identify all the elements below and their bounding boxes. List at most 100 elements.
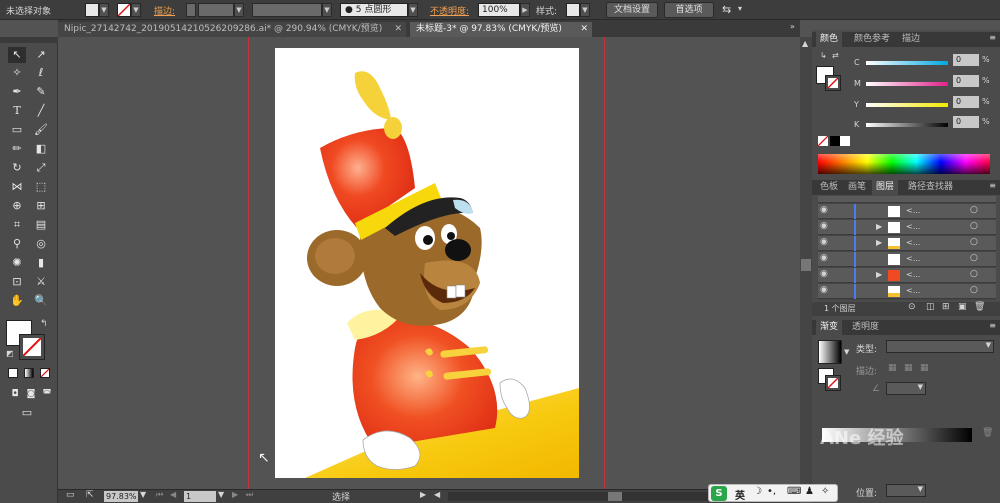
layer-row[interactable]: ◉ ▶ <... ○ xyxy=(818,268,996,283)
new-sublayer-icon[interactable]: ⊞ xyxy=(942,302,950,312)
tabs-overflow-icon[interactable]: » xyxy=(790,22,795,31)
document-setup-button[interactable]: 文档设置 xyxy=(606,2,658,18)
tab-color[interactable]: 颜色 xyxy=(816,32,843,47)
target-icon[interactable]: ○ xyxy=(970,221,978,231)
vertical-scrollbar[interactable]: ▲ xyxy=(800,37,812,489)
stroke-label[interactable]: 描边: xyxy=(154,4,175,17)
brush-definition[interactable]: ● 5 点圆形 xyxy=(340,3,408,17)
none-swatch[interactable] xyxy=(817,135,829,147)
fill-swatch[interactable] xyxy=(85,3,99,17)
none-mode-icon[interactable] xyxy=(40,368,50,378)
layer-name[interactable]: <... xyxy=(906,238,920,247)
preferences-button[interactable]: 首选项 xyxy=(664,2,714,18)
gradient-preview-dropdown-icon[interactable]: ▼ xyxy=(844,348,849,356)
eye-icon[interactable]: ◉ xyxy=(820,205,828,215)
layer-row[interactable]: ◉ <... ○ xyxy=(818,204,996,219)
stroke-weight-arrow[interactable]: ▼ xyxy=(234,3,244,17)
tab-stroke[interactable]: 描边 xyxy=(898,32,924,47)
tab-color-guide[interactable]: 颜色参考 xyxy=(850,32,894,47)
default-colors-icon[interactable]: ◩ xyxy=(6,349,14,358)
page-input[interactable]: 1 xyxy=(184,491,216,502)
perspective-grid-tool-icon[interactable]: ⊞ xyxy=(32,198,50,214)
direct-selection-tool-icon[interactable]: ↗ xyxy=(32,47,50,63)
style-swatch[interactable] xyxy=(566,3,580,17)
target-icon[interactable]: ○ xyxy=(970,285,978,295)
channel-k-slider[interactable] xyxy=(866,123,948,127)
target-icon[interactable]: ○ xyxy=(970,253,978,263)
make-clipping-mask-icon[interactable]: ◫ xyxy=(926,302,935,312)
stroke-color-box[interactable] xyxy=(19,334,45,360)
layer-name[interactable]: <... xyxy=(906,222,920,231)
channel-k-input[interactable]: 0 xyxy=(953,116,979,128)
channel-y-input[interactable]: 0 xyxy=(953,96,979,108)
layer-row[interactable]: ◉ ▶ <... ○ xyxy=(818,220,996,235)
brush-dropdown-arrow[interactable]: ▼ xyxy=(408,3,418,17)
layer-name[interactable]: <... xyxy=(906,254,920,263)
color-panel-stroke[interactable] xyxy=(825,75,841,91)
channel-c-slider[interactable] xyxy=(866,61,948,65)
stroke-within-icon[interactable]: ▦ xyxy=(920,363,929,373)
screen-mode-icon[interactable]: ▭ xyxy=(18,405,36,421)
status-menu-icon[interactable]: ▶ xyxy=(420,490,426,499)
blend-tool-icon[interactable]: ◎ xyxy=(32,236,50,252)
artboard-tool-icon[interactable]: ⊡ xyxy=(8,274,26,290)
target-icon[interactable]: ○ xyxy=(970,237,978,247)
stroke-along-icon[interactable]: ▦ xyxy=(888,363,897,373)
black-swatch[interactable] xyxy=(830,136,840,146)
gradient-tool-icon[interactable]: ▤ xyxy=(32,217,50,233)
panel-menu-icon[interactable]: ≡ xyxy=(989,33,996,42)
opacity-dropdown-arrow[interactable]: ▶ xyxy=(520,3,530,17)
layer-row-partial[interactable] xyxy=(818,196,996,203)
hand-tool-icon[interactable]: ✋ xyxy=(8,293,26,309)
curvature-tool-icon[interactable]: ✎ xyxy=(32,84,50,100)
last-artboard-icon[interactable]: ⏭ xyxy=(246,490,253,500)
rectangle-tool-icon[interactable]: ▭ xyxy=(8,122,26,138)
line-tool-icon[interactable]: ╱ xyxy=(32,103,50,119)
gradient-mode-icon[interactable] xyxy=(24,368,34,378)
eye-icon[interactable]: ◉ xyxy=(820,237,828,247)
swap-fill-stroke-icon[interactable]: ↰ xyxy=(40,319,48,329)
color-spectrum[interactable] xyxy=(818,154,990,174)
vscroll-up-icon[interactable]: ▲ xyxy=(802,39,808,48)
expand-arrow-icon[interactable]: ▶ xyxy=(876,222,882,231)
panel-menu-icon[interactable]: ≡ xyxy=(989,181,996,190)
free-transform-tool-icon[interactable]: ⬚ xyxy=(32,179,50,195)
user-icon[interactable]: ♟ xyxy=(805,486,814,497)
rotate-tool-icon[interactable]: ↻ xyxy=(8,160,26,176)
scale-tool-icon[interactable]: ⤢ xyxy=(32,160,50,176)
arrange-documents-icon[interactable]: ⇆ xyxy=(722,3,731,16)
tab-brushes[interactable]: 画笔 xyxy=(844,180,870,195)
vscroll-thumb[interactable] xyxy=(801,259,811,271)
stroke-dropdown-arrow[interactable]: ▼ xyxy=(131,3,141,17)
width-tool-icon[interactable]: ⋈ xyxy=(8,179,26,195)
tab-nipic-document[interactable]: Nipic_27142742_20190514210526209286.ai* … xyxy=(58,22,406,37)
layer-name[interactable]: <... xyxy=(906,206,920,215)
type-tool-icon[interactable]: T xyxy=(8,103,26,119)
expand-arrow-icon[interactable]: ▶ xyxy=(876,270,882,279)
artboard-nav-icon[interactable]: ▭ xyxy=(66,490,75,500)
gradient-preview[interactable] xyxy=(818,340,842,364)
variable-width-profile[interactable] xyxy=(252,3,322,17)
target-icon[interactable]: ○ xyxy=(970,205,978,215)
profile-dropdown-arrow[interactable]: ▼ xyxy=(322,3,332,17)
hscroll-left-icon[interactable]: ◀ xyxy=(434,490,440,499)
gradient-type-select[interactable]: ▼ xyxy=(886,340,994,353)
settings-icon[interactable]: ✧ xyxy=(821,486,829,497)
lasso-tool-icon[interactable]: ℓ xyxy=(32,65,50,81)
eyedropper-tool-icon[interactable]: ⚲ xyxy=(8,236,26,252)
stroke-weight-field[interactable] xyxy=(198,3,234,17)
hscroll-thumb[interactable] xyxy=(608,492,622,501)
locate-object-icon[interactable]: ⊙ xyxy=(908,302,916,312)
pen-tool-icon[interactable]: ✒ xyxy=(8,84,26,100)
prev-artboard-icon[interactable]: ◀ xyxy=(170,490,176,499)
eraser-tool-icon[interactable]: ◧ xyxy=(32,141,50,157)
layer-row[interactable]: ◉ <... ○ xyxy=(818,252,996,267)
expand-arrow-icon[interactable]: ▶ xyxy=(876,238,882,247)
channel-c-input[interactable]: 0 xyxy=(953,54,979,66)
swap-icon[interactable]: ↳ xyxy=(820,51,827,60)
export-icon[interactable]: ⇱ xyxy=(86,490,94,500)
delete-stop-icon[interactable]: 🗑 xyxy=(982,428,993,438)
layer-name[interactable]: <... xyxy=(906,286,920,295)
color-mode-icon[interactable] xyxy=(8,368,18,378)
tab-transparency[interactable]: 透明度 xyxy=(848,320,883,335)
